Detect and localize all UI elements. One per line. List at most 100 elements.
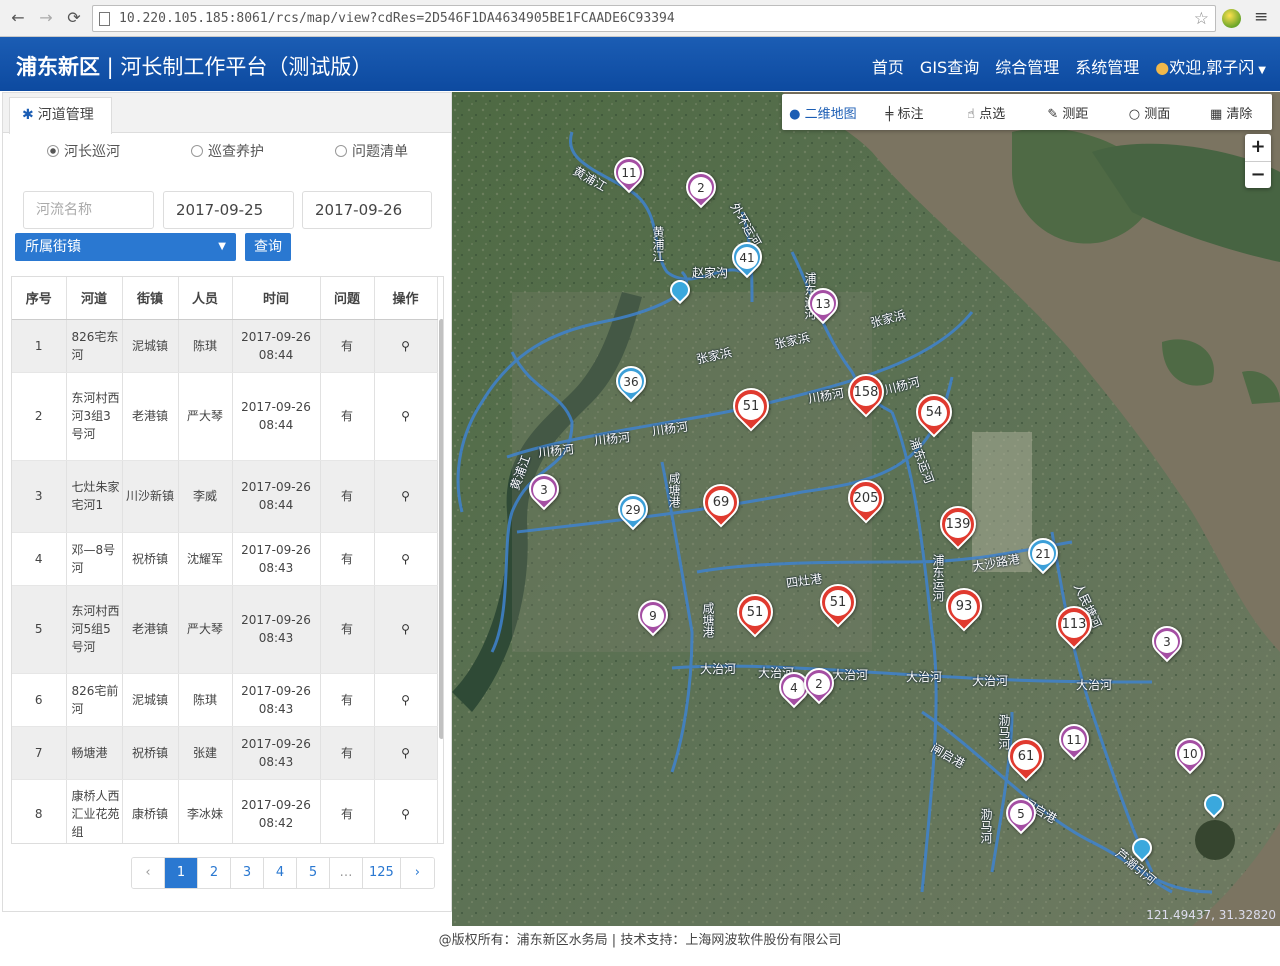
- col-header-issue[interactable]: 问题: [320, 277, 375, 320]
- page-prev-button[interactable]: ‹: [132, 858, 165, 888]
- location-pin-icon[interactable]: ⚲: [401, 807, 410, 821]
- page-next-button[interactable]: ›: [400, 858, 434, 888]
- user-menu[interactable]: ●欢迎,郭子闪 ▼: [1155, 54, 1266, 78]
- map-marker[interactable]: 205: [840, 472, 892, 532]
- map-marker[interactable]: 21: [1021, 531, 1065, 580]
- map-marker[interactable]: 2: [679, 165, 723, 214]
- map-marker[interactable]: 54: [908, 386, 960, 446]
- col-header-action[interactable]: 操作: [374, 277, 438, 320]
- browser-menu-icon[interactable]: ≡: [1254, 8, 1268, 26]
- map-small-marker[interactable]: [665, 275, 695, 310]
- table-row[interactable]: 6 826宅前河 泥城镇 陈琪 2017-09-26 08:43 有 ⚲: [12, 673, 438, 727]
- map-marker[interactable]: 93: [938, 580, 990, 640]
- nav-system-management[interactable]: 系统管理: [1075, 54, 1139, 78]
- bookmark-star-icon[interactable]: ☆: [1194, 9, 1209, 29]
- map-select-button[interactable]: ☝ 点选: [945, 103, 1027, 122]
- page-button-4[interactable]: 4: [264, 858, 297, 888]
- cell-person: 陈琪: [178, 673, 233, 727]
- radio-issue-list[interactable]: 问题清单: [335, 141, 408, 161]
- col-header-no[interactable]: 序号: [12, 277, 67, 320]
- map-marker[interactable]: 41: [725, 235, 769, 284]
- table-row[interactable]: 5 东河村西河5组5号河 老港镇 严大琴 2017-09-26 08:43 有 ⚲: [12, 585, 438, 674]
- location-pin-icon[interactable]: ⚲: [401, 622, 410, 636]
- map-marker[interactable]: 69: [695, 476, 747, 536]
- location-pin-icon[interactable]: ⚲: [401, 409, 410, 423]
- page-button-1[interactable]: 1: [165, 858, 198, 888]
- address-bar[interactable]: 10.220.105.185:8061/rcs/map/view?cdRes=2…: [92, 5, 1216, 32]
- page-button-2[interactable]: 2: [198, 858, 231, 888]
- col-header-person[interactable]: 人员: [178, 277, 233, 320]
- river-label: 大治河: [972, 674, 1009, 688]
- map-marker[interactable]: 51: [812, 576, 864, 636]
- map-marker[interactable]: 61: [1000, 730, 1052, 790]
- map-marker[interactable]: 51: [725, 380, 777, 440]
- col-header-time[interactable]: 时间: [232, 277, 321, 320]
- map-marker[interactable]: 11: [607, 150, 651, 199]
- table-row[interactable]: 2 东河村西河3组3号河 老港镇 严大琴 2017-09-26 08:44 有 ⚲: [12, 372, 438, 461]
- map-marker[interactable]: 51: [729, 586, 781, 646]
- page-button-last[interactable]: 125: [363, 858, 401, 888]
- query-button[interactable]: 查询: [245, 233, 291, 261]
- table-row[interactable]: 4 邓—8号河 祝桥镇 沈耀军 2017-09-26 08:43 有 ⚲: [12, 532, 438, 586]
- map-small-marker[interactable]: [1199, 789, 1229, 824]
- map-marker[interactable]: 29: [611, 487, 655, 536]
- page-button-5[interactable]: 5: [297, 858, 330, 888]
- reload-icon[interactable]: ⟳: [64, 8, 84, 28]
- map-marker[interactable]: 3: [1145, 619, 1189, 668]
- table-row[interactable]: 7 畅塘港 祝桥镇 张建 2017-09-26 08:43 有 ⚲: [12, 726, 438, 780]
- forward-icon[interactable]: →: [36, 8, 56, 28]
- location-pin-icon[interactable]: ⚲: [401, 339, 410, 353]
- radio-inspection-maintenance[interactable]: 巡查养护: [191, 141, 264, 161]
- river-name-input[interactable]: 河流名称: [23, 191, 154, 229]
- map-marker[interactable]: 13: [801, 281, 845, 330]
- zoom-out-button[interactable]: −: [1245, 161, 1271, 188]
- map-mark-button[interactable]: ╪ 标注: [864, 103, 946, 122]
- table-scrollbar[interactable]: [439, 319, 443, 739]
- river-label: 浦东运河: [931, 554, 945, 602]
- map-measure-distance-button[interactable]: ✎ 测距: [1027, 103, 1109, 122]
- map-marker[interactable]: 10: [1168, 731, 1212, 780]
- location-pin-icon[interactable]: ⚲: [401, 552, 410, 566]
- date-from-input[interactable]: 2017-09-25: [163, 191, 294, 229]
- page-button-3[interactable]: 3: [231, 858, 264, 888]
- map-view[interactable]: 黄浦江 黄浦江 赵家沟 外环运河 浦东运河 张家浜 张家浜 张家浜 川杨河 川杨…: [452, 92, 1280, 926]
- map-marker[interactable]: 113: [1048, 598, 1100, 658]
- map-clear-button[interactable]: ▦ 清除: [1190, 103, 1272, 122]
- radio-river-patrol[interactable]: 河长巡河: [47, 141, 120, 161]
- clear-icon: ▦: [1209, 106, 1227, 122]
- back-icon[interactable]: ←: [8, 8, 28, 28]
- extension-icon[interactable]: [1222, 9, 1241, 28]
- map-marker[interactable]: 2: [797, 661, 841, 710]
- nav-general-management[interactable]: 综合管理: [995, 54, 1059, 78]
- table-row[interactable]: 1 826宅东河 泥城镇 陈琪 2017-09-26 08:44 有 ⚲: [12, 319, 438, 373]
- map-2d-label: 二维地图: [804, 106, 857, 122]
- map-small-marker[interactable]: [1127, 833, 1157, 868]
- river-label: 大治河: [700, 662, 737, 676]
- table-row[interactable]: 3 七灶朱家宅河1 川沙新镇 李威 2017-09-26 08:44 有 ⚲: [12, 460, 438, 533]
- map-marker[interactable]: 36: [609, 359, 653, 408]
- zoom-in-button[interactable]: +: [1245, 134, 1271, 161]
- map-marker[interactable]: 11: [1052, 717, 1096, 766]
- nav-home[interactable]: 首页: [872, 54, 904, 78]
- map-marker[interactable]: 158: [840, 366, 892, 426]
- map-measure-area-button[interactable]: ○ 测面: [1109, 103, 1191, 122]
- cell-river: 七灶朱家宅河1: [66, 460, 123, 533]
- location-pin-icon[interactable]: ⚲: [401, 746, 410, 760]
- location-pin-icon[interactable]: ⚲: [401, 693, 410, 707]
- map-marker[interactable]: 9: [631, 593, 675, 642]
- river-label: 大治河: [832, 668, 869, 682]
- tab-river-management[interactable]: ✱ 河道管理: [9, 97, 112, 134]
- location-pin-icon[interactable]: ⚲: [401, 489, 410, 503]
- date-to-input[interactable]: 2017-09-26: [302, 191, 432, 229]
- map-marker[interactable]: 139: [932, 498, 984, 558]
- map-marker[interactable]: 5: [999, 791, 1043, 840]
- street-select[interactable]: 所属街镇 ▼: [15, 233, 236, 261]
- radio-river-patrol-label: 河长巡河: [64, 144, 120, 160]
- map-marker[interactable]: 3: [522, 467, 566, 516]
- map-2d-button[interactable]: ● 二维地图: [782, 103, 864, 122]
- col-header-river[interactable]: 河道: [66, 277, 123, 320]
- nav-gis-query[interactable]: GIS查询: [920, 54, 979, 78]
- table-row[interactable]: 8 康桥人西汇业花苑组 康桥镇 李冰妹 2017-09-26 08:42 有 ⚲: [12, 779, 438, 843]
- user-greeting: 欢迎,郭子闪: [1169, 58, 1255, 77]
- col-header-town[interactable]: 街镇: [122, 277, 179, 320]
